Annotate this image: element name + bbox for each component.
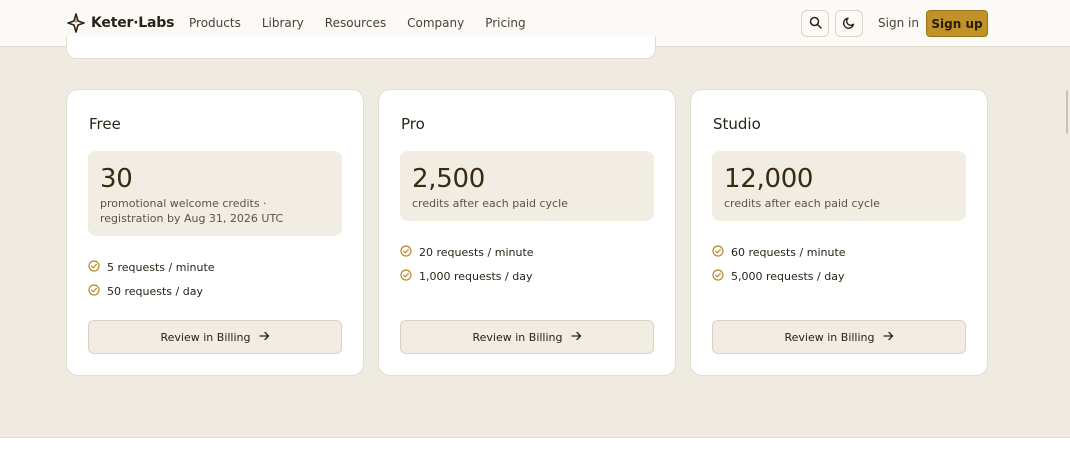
feature-text: 1,000 requests / day — [419, 269, 533, 283]
feature-item: 5,000 requests / day — [712, 268, 846, 284]
previous-card — [66, 36, 656, 59]
search-icon — [809, 14, 822, 33]
arrow-right-icon — [882, 331, 894, 344]
credits-amount: 12,000 — [724, 164, 814, 194]
credits-box: 30 promotional welcome credits · registr… — [88, 151, 342, 236]
button-label: Review in Billing — [784, 330, 875, 344]
logo-text: Keter·Labs — [91, 15, 175, 31]
check-circle-icon — [712, 244, 724, 260]
check-circle-icon — [88, 259, 100, 275]
arrow-right-icon — [258, 331, 270, 344]
plan-name: Free — [89, 115, 121, 133]
button-label: Review in Billing — [160, 330, 251, 344]
credits-box: 12,000 credits after each paid cycle — [712, 151, 966, 221]
feature-item: 60 requests / minute — [712, 244, 846, 260]
footer — [0, 437, 1070, 464]
sign-in-link[interactable]: Sign in — [878, 16, 919, 30]
feature-list: 60 requests / minute 5,000 requests / da… — [712, 244, 846, 293]
nav-products[interactable]: Products — [189, 16, 241, 30]
feature-text: 60 requests / minute — [731, 245, 846, 259]
main-nav: Products Library Resources Company Prici… — [189, 16, 547, 30]
credits-description: credits after each paid cycle — [412, 197, 568, 210]
nav-company[interactable]: Company — [407, 16, 464, 30]
scrollbar-thumb[interactable] — [1066, 90, 1068, 134]
plan-name: Studio — [713, 115, 761, 133]
feature-text: 20 requests / minute — [419, 245, 534, 259]
feature-item: 5 requests / minute — [88, 259, 215, 275]
credits-description: credits after each paid cycle — [724, 197, 880, 210]
nav-resources[interactable]: Resources — [325, 16, 386, 30]
theme-toggle-button[interactable] — [835, 10, 863, 37]
search-button[interactable] — [801, 10, 829, 37]
review-billing-button[interactable]: Review in Billing — [712, 320, 966, 354]
logo[interactable]: Keter·Labs — [67, 13, 174, 33]
feature-item: 20 requests / minute — [400, 244, 534, 260]
nav-pricing[interactable]: Pricing — [485, 16, 525, 30]
credits-amount: 30 — [100, 164, 133, 194]
feature-list: 5 requests / minute 50 requests / day — [88, 259, 215, 308]
logo-icon — [67, 13, 85, 33]
credits-amount: 2,500 — [412, 164, 485, 194]
check-circle-icon — [88, 283, 100, 299]
plan-name: Pro — [401, 115, 425, 133]
credits-description: promotional welcome credits · registrati… — [100, 197, 284, 225]
feature-item: 1,000 requests / day — [400, 268, 534, 284]
plan-card-pro: Pro 2,500 credits after each paid cycle … — [378, 89, 676, 376]
moon-icon — [842, 14, 856, 33]
nav-library[interactable]: Library — [262, 16, 304, 30]
plan-card-free: Free 30 promotional welcome credits · re… — [66, 89, 364, 376]
review-billing-button[interactable]: Review in Billing — [400, 320, 654, 354]
plan-card-studio: Studio 12,000 credits after each paid cy… — [690, 89, 988, 376]
feature-item: 50 requests / day — [88, 283, 215, 299]
feature-text: 50 requests / day — [107, 284, 203, 298]
sign-up-button[interactable]: Sign up — [926, 10, 988, 37]
arrow-right-icon — [570, 331, 582, 344]
check-circle-icon — [400, 268, 412, 284]
button-label: Review in Billing — [472, 330, 563, 344]
feature-list: 20 requests / minute 1,000 requests / da… — [400, 244, 534, 293]
check-circle-icon — [400, 244, 412, 260]
feature-text: 5,000 requests / day — [731, 269, 845, 283]
check-circle-icon — [712, 268, 724, 284]
credits-box: 2,500 credits after each paid cycle — [400, 151, 654, 221]
feature-text: 5 requests / minute — [107, 260, 215, 274]
review-billing-button[interactable]: Review in Billing — [88, 320, 342, 354]
